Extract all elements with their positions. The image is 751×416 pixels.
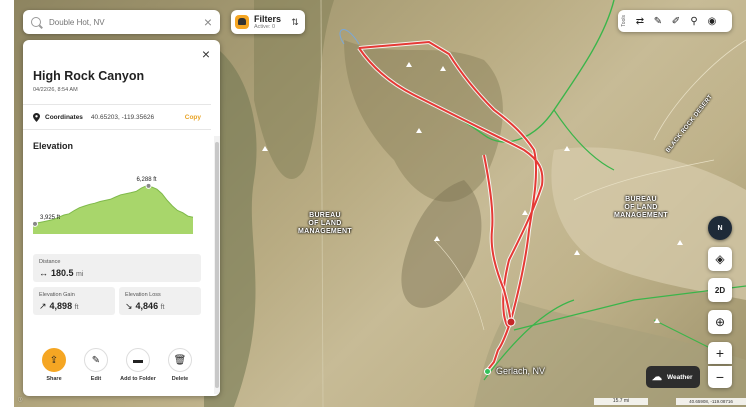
elevation-max-label: 6,288 ft [137,177,157,183]
search-icon [31,17,41,27]
add-to-folder-button[interactable]: ▬ Add to Folder [118,348,158,382]
folder-icon: ▬ [126,348,150,372]
right-margin [746,0,751,416]
layers-button[interactable]: ◈ [708,247,732,271]
filter-icon [235,15,249,29]
elevation-loss-stat: Elevation Loss ↘ 4,846 ft [119,287,201,315]
camera-icon[interactable]: ◉ [703,12,721,30]
locate-button[interactable]: ⊕ [708,310,732,334]
loss-label: Elevation Loss [125,292,161,298]
minus-icon: − [715,369,725,385]
filters-button[interactable]: Filters Active: 0 ⇅ [231,10,305,34]
map-label-blm-right: BUREAU OF LAND MANAGEMENT [614,196,668,219]
distance-label: Distance [39,259,61,265]
track-detail-panel: × High Rock Canyon 04/22/26, 8:54 AM Coo… [23,40,220,396]
gain-value: 4,898 [49,301,73,311]
arrow-down-right-icon: ↘ [125,301,133,311]
distance-unit: mi [76,271,84,278]
map-label-blm-left: BUREAU OF LAND MANAGEMENT [298,212,352,235]
filters-subtitle: Active: 0 [254,23,276,30]
elevation-title: Elevation [33,141,74,151]
elevation-min-label: 3,925 ft [40,215,60,221]
view-mode-label: 2D [714,285,726,295]
ruler-icon[interactable]: ✐ [667,12,685,30]
zoom-out-button[interactable]: − [708,366,732,388]
peak-icon [522,210,528,215]
plus-icon: + [715,345,725,361]
cursor-coordinates: 40.65908, -119.08716 [676,398,746,405]
peak-icon [434,236,440,241]
arrow-up-right-icon: ↗ [39,301,47,311]
peak-icon [440,66,446,71]
compass-label: N [717,224,723,232]
close-panel-icon[interactable]: × [202,47,210,61]
map-credits-icon: ⓘ [18,397,23,402]
track-date: 04/22/26, 8:54 AM [33,87,78,93]
delete-label: Delete [171,376,189,382]
gain-label: Elevation Gain [39,292,75,298]
elevation-area [33,185,193,234]
view-mode-button[interactable]: 2D [708,278,732,302]
search-input[interactable] [49,17,204,27]
pin-icon[interactable]: ⚲ [685,12,703,30]
distance-arrows-icon: ↔ [39,268,48,278]
copy-coordinates-button[interactable]: Copy [185,114,201,121]
distance-value: 180.5 [51,268,74,278]
draw-line-icon[interactable]: ✎ [649,12,667,30]
peak-icon [406,62,412,67]
distance-stat: Distance ↔ 180.5 mi [33,254,201,282]
search-bar[interactable]: × [23,10,220,34]
bottom-margin [0,407,751,416]
elevation-max-marker [145,182,152,189]
cloud-sun-icon: ☁ [652,371,662,383]
left-margin [0,0,14,407]
elevation-min-marker [33,220,38,227]
panel-scrollbar[interactable] [214,136,220,394]
edit-button[interactable]: ✎ Edit [76,348,116,382]
elevation-gain-stat: Elevation Gain ↗ 4,898 ft [33,287,115,315]
weather-button[interactable]: ☁ Weather [646,366,700,388]
weather-label: Weather [667,373,693,381]
gerlach-label: Gerlach, NV [496,366,546,376]
peak-icon [564,146,570,151]
scale-bar: 15.7 mi [594,398,648,405]
coordinates-row: Coordinates 40.65203, -119.35626 Copy [23,104,211,130]
share-button[interactable]: ⇪ Share [34,348,74,382]
peak-icon [574,250,580,255]
layers-icon: ◈ [715,252,725,266]
peak-icon [262,146,268,151]
route-icon[interactable]: ⇄ [631,12,649,30]
track-title: High Rock Canyon [33,69,145,83]
peak-icon [677,240,683,245]
add-to-folder-label: Add to Folder [120,376,156,382]
coordinates-value: 40.65203, -119.35626 [90,113,155,121]
compass-button[interactable]: N [708,216,732,240]
zoom-in-button[interactable]: + [708,342,732,364]
loss-unit: ft [160,304,165,311]
gerlach-marker[interactable]: Gerlach, NV [484,366,545,376]
filters-title: Filters [254,13,282,24]
loss-value: 4,846 [135,301,159,311]
sort-icon[interactable]: ⇅ [289,17,301,28]
pencil-icon: ✎ [84,348,108,372]
share-icon: ⇪ [42,348,66,372]
tools-bar: Tools ⇄ ✎ ✐ ⚲ ◉ [618,10,732,32]
scrollbar-thumb[interactable] [215,142,219,388]
peak-icon [416,128,422,133]
edit-label: Edit [90,376,102,382]
elevation-profile-chart[interactable]: 3,925 ft 6,288 ft [33,168,211,246]
crosshair-icon: ⊕ [714,315,726,329]
share-label: Share [46,376,62,382]
action-bar: ⇪ Share ✎ Edit ▬ Add to Folder 🗑 Delete [23,348,211,388]
clear-search-icon[interactable]: × [204,15,212,29]
trash-icon: 🗑 [168,348,192,372]
gain-unit: ft [74,304,79,311]
location-pin-icon [33,112,40,122]
delete-button[interactable]: 🗑 Delete [160,348,200,382]
peak-icon [654,318,660,323]
tools-label: Tools [621,15,627,27]
location-dot-icon [484,367,491,375]
coordinates-label: Coordinates [45,113,83,121]
